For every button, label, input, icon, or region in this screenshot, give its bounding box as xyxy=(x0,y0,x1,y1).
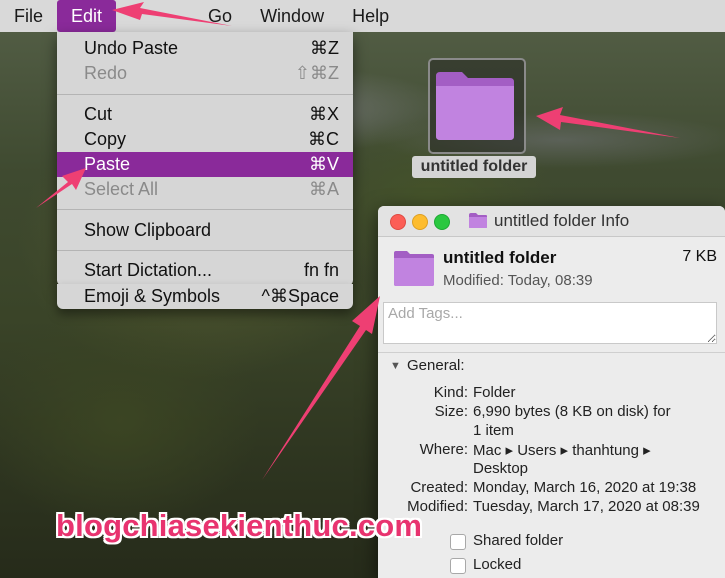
menu-item-label: Copy xyxy=(84,129,127,149)
menu-view[interactable] xyxy=(116,0,194,32)
info-window: untitled folder Info untitled folder 7 K… xyxy=(378,206,725,578)
item-modified: Modified: Today, 08:39 xyxy=(443,272,593,289)
menu-item-shortcut: ⌘Z xyxy=(310,38,339,58)
where-label: Where: xyxy=(419,441,468,458)
menu-item-label: Emoji & Symbols xyxy=(84,286,221,306)
created-value: Monday, March 16, 2020 at 19:38 xyxy=(473,479,697,496)
menu-item-shortcut: ⌘X xyxy=(308,104,339,124)
folder-icon xyxy=(469,213,487,228)
menu-item-shortcut: ⇧⌘Z xyxy=(294,63,339,83)
menu-bar: File Edit Go Window Help xyxy=(0,0,725,32)
zoom-button[interactable] xyxy=(434,214,450,230)
locked-label: Locked xyxy=(473,556,522,573)
menu-item-label: Paste xyxy=(84,154,131,174)
folder-icon xyxy=(436,72,514,140)
shared-folder-checkbox[interactable] xyxy=(450,534,466,550)
menu-item-undo-paste[interactable]: Undo Paste ⌘Z xyxy=(57,36,353,61)
close-button[interactable] xyxy=(390,214,406,230)
menu-separator xyxy=(57,209,353,210)
menu-item-shortcut: fn fn xyxy=(303,260,339,280)
menu-separator xyxy=(57,94,353,95)
size-value-line1: 6,990 bytes (8 KB on disk) for xyxy=(473,403,671,420)
menu-item-paste[interactable]: Paste ⌘V xyxy=(57,152,353,177)
info-titlebar[interactable]: untitled folder Info xyxy=(378,206,725,237)
folder-icon xyxy=(394,251,434,286)
menu-item-label: Redo xyxy=(84,63,128,83)
desktop-folder-selected[interactable] xyxy=(428,58,526,154)
shared-folder-label: Shared folder xyxy=(473,532,564,549)
menu-item-emoji-symbols[interactable]: Emoji & Symbols ^⌘Space xyxy=(57,284,353,309)
divider xyxy=(378,352,725,353)
menu-go[interactable]: Go xyxy=(194,0,246,32)
menu-item-show-clipboard[interactable]: Show Clipboard xyxy=(57,218,353,243)
disclosure-triangle-icon[interactable]: ▼ xyxy=(390,360,401,372)
menu-item-label: Cut xyxy=(84,104,113,124)
created-label: Created: xyxy=(410,479,468,496)
tags-input[interactable] xyxy=(383,302,717,344)
section-general-label[interactable]: General: xyxy=(407,357,465,374)
menu-file[interactable]: File xyxy=(0,0,57,32)
menu-item-label: Undo Paste xyxy=(84,38,179,58)
item-name: untitled folder xyxy=(443,248,557,267)
modified-value: Tuesday, March 17, 2020 at 08:39 xyxy=(473,498,700,515)
where-value-line2: Desktop xyxy=(473,460,529,477)
edit-menu-dropdown: Undo Paste ⌘Z Redo ⇧⌘Z Cut ⌘X Copy ⌘C Pa… xyxy=(57,32,353,286)
menu-item-shortcut: ⌘C xyxy=(308,129,339,149)
menu-item-start-dictation[interactable]: Start Dictation... fn fn xyxy=(57,258,353,283)
minimize-button[interactable] xyxy=(412,214,428,230)
menu-help[interactable]: Help xyxy=(338,0,403,32)
watermark-text: blogchiasekienthuc.com xyxy=(56,508,423,543)
menu-item-select-all[interactable]: Select All ⌘A xyxy=(57,177,353,202)
size-label: Size: xyxy=(434,403,468,420)
window-title: untitled folder Info xyxy=(494,211,630,230)
menu-edit[interactable]: Edit xyxy=(57,0,117,32)
menu-item-shortcut: ^⌘Space xyxy=(261,286,339,306)
kind-label: Kind: xyxy=(433,384,468,401)
menu-item-cut[interactable]: Cut ⌘X xyxy=(57,102,353,127)
menu-item-redo[interactable]: Redo ⇧⌘Z xyxy=(57,61,353,86)
menu-item-label: Start Dictation... xyxy=(84,260,213,280)
size-value-line2: 1 item xyxy=(473,422,514,439)
locked-checkbox[interactable] xyxy=(450,558,466,574)
menu-item-shortcut: ⌘V xyxy=(308,154,339,174)
desktop-folder-label[interactable]: untitled folder xyxy=(412,156,536,178)
kind-value: Folder xyxy=(473,384,516,401)
menu-separator xyxy=(57,250,353,251)
menu-window[interactable]: Window xyxy=(246,0,338,32)
menu-item-label: Select All xyxy=(84,179,159,199)
item-size: 7 KB xyxy=(682,248,717,265)
menu-item-shortcut: ⌘A xyxy=(308,179,339,199)
menu-item-copy[interactable]: Copy ⌘C xyxy=(57,127,353,152)
where-value-line1: Mac ▸ Users ▸ thanhtung ▸ xyxy=(473,442,651,459)
menu-item-label: Show Clipboard xyxy=(84,220,212,240)
